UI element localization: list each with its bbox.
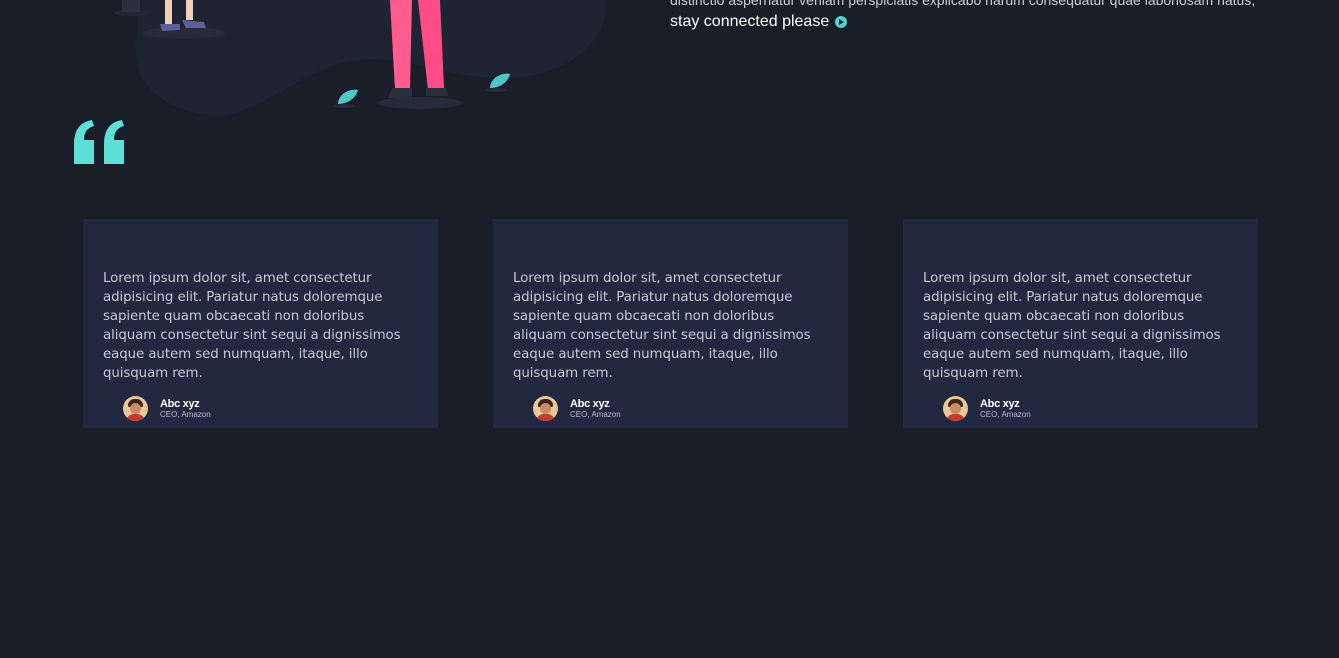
stay-connected-label: stay connected please — [670, 13, 830, 30]
avatar — [943, 396, 968, 421]
author-info: Abc xyz CEO, Amazon — [980, 398, 1031, 420]
quote-mark-icon — [70, 118, 130, 166]
testimonial-text: Lorem ipsum dolor sit, amet consectetur … — [513, 271, 811, 381]
testimonials-list: Lorem ipsum dolor sit, amet consectetur … — [83, 219, 1258, 428]
intro-block: distinctio aspernatur veniam perspiciati… — [670, 0, 1270, 30]
avatar — [533, 396, 558, 421]
author-info: Abc xyz CEO, Amazon — [570, 398, 621, 420]
author-title: CEO, Amazon — [160, 409, 211, 419]
avatar — [123, 396, 148, 421]
testimonial-author: Abc xyz CEO, Amazon — [123, 396, 418, 421]
author-name: Abc xyz — [570, 397, 610, 410]
author-title: CEO, Amazon — [570, 409, 621, 419]
hero-illustration — [100, 0, 620, 120]
author-info: Abc xyz CEO, Amazon — [160, 398, 211, 420]
testimonial-card: Lorem ipsum dolor sit, amet consectetur … — [83, 219, 438, 428]
testimonial-text: Lorem ipsum dolor sit, amet consectetur … — [103, 271, 401, 381]
people-illustration-icon — [114, 0, 606, 116]
author-name: Abc xyz — [980, 397, 1020, 410]
stay-connected-link[interactable]: stay connected please — [670, 13, 848, 30]
testimonial-author: Abc xyz CEO, Amazon — [533, 396, 828, 421]
intro-text: distinctio aspernatur veniam perspiciati… — [670, 0, 1256, 8]
author-name: Abc xyz — [160, 397, 200, 410]
arrow-right-circle-icon — [835, 15, 848, 28]
testimonial-card: Lorem ipsum dolor sit, amet consectetur … — [903, 219, 1258, 428]
author-title: CEO, Amazon — [980, 409, 1031, 419]
page: distinctio aspernatur veniam perspiciati… — [0, 0, 1339, 658]
testimonial-author: Abc xyz CEO, Amazon — [943, 396, 1238, 421]
testimonial-card: Lorem ipsum dolor sit, amet consectetur … — [493, 219, 848, 428]
testimonial-text: Lorem ipsum dolor sit, amet consectetur … — [923, 271, 1221, 381]
